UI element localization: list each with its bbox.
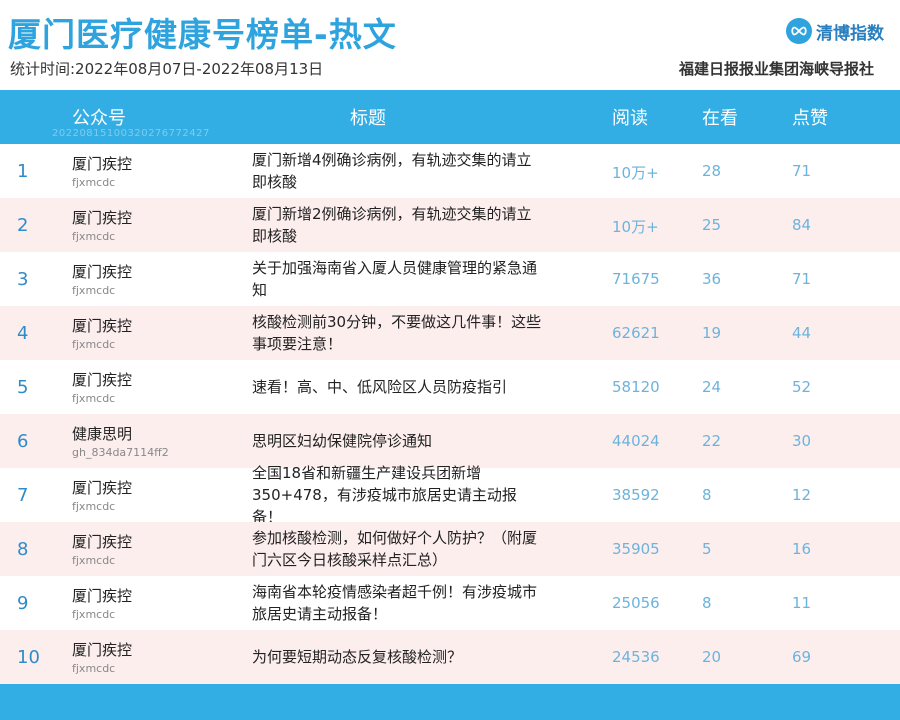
- account-name: 厦门疾控: [72, 209, 133, 227]
- likes-count: 71: [792, 270, 812, 288]
- account-name: 健康思明: [72, 425, 133, 443]
- likes-count: 84: [792, 216, 812, 234]
- account-name: 厦门疾控: [72, 263, 133, 281]
- account-id: fjxmcdc: [72, 176, 116, 189]
- page-title: 厦门医疗健康号榜单-热文: [8, 15, 397, 54]
- account-id: fjxmcdc: [72, 608, 116, 621]
- article-title: 速看！高、中、低风险区人员防疫指引: [252, 378, 508, 396]
- account-name: 厦门疾控: [72, 371, 133, 389]
- ranking-table-body: 1 厦门疾控 fjxmcdc 厦门新增4例确诊病例，有轨迹交集的请立即核酸 10万+ 28…: [0, 144, 900, 684]
- rank-number: 6: [17, 431, 29, 452]
- rank-number: 5: [17, 377, 29, 398]
- read-count: 25056: [612, 594, 660, 612]
- column-header-title: 标题: [350, 108, 386, 129]
- account-id: fjxmcdc: [72, 500, 116, 513]
- likes-count: 69: [792, 648, 812, 666]
- article-title: 关于加强海南省入厦人员健康管理的紧急通知: [252, 259, 538, 299]
- read-count: 44024: [612, 432, 660, 450]
- read-count: 35905: [612, 540, 660, 558]
- account-name: 厦门疾控: [72, 587, 133, 605]
- article-title: 参加核酸检测，如何做好个人防护？（附厦门六区今日核酸采样点汇总）: [252, 529, 538, 569]
- watching-count: 28: [702, 162, 722, 180]
- table-row: 9 厦门疾控 fjxmcdc 海南省本轮疫情感染者超千例！有涉疫城市旅居史请主动报备！…: [0, 576, 900, 630]
- page-footer-bar: [0, 684, 900, 720]
- read-count: 24536: [612, 648, 660, 666]
- statistics-period: 统计时间:2022年08月07日-2022年08月13日: [10, 60, 324, 78]
- account-name: 厦门疾控: [72, 641, 133, 659]
- article-title: 海南省本轮疫情感染者超千例！有涉疫城市旅居史请主动报备！: [252, 583, 538, 623]
- read-count: 62621: [612, 324, 660, 342]
- article-title: 为何要短期动态反复核酸检测？: [252, 648, 463, 666]
- table-header: 公众号 20220815100320276772427 标题 阅读 在看 点赞: [0, 90, 900, 144]
- likes-count: 30: [792, 432, 812, 450]
- publisher-name: 福建日报报业集团海峡导报社: [678, 60, 874, 78]
- likes-count: 52: [792, 378, 812, 396]
- table-row: 2 厦门疾控 fjxmcdc 厦门新增2例确诊病例，有轨迹交集的请立即核酸 10万+ 25…: [0, 198, 900, 252]
- read-count: 10万+: [612, 218, 659, 236]
- rank-number: 8: [17, 539, 29, 560]
- account-name: 厦门疾控: [72, 317, 133, 335]
- account-id: fjxmcdc: [72, 338, 116, 351]
- watching-count: 5: [702, 540, 712, 558]
- likes-count: 71: [792, 162, 812, 180]
- watching-count: 8: [702, 594, 712, 612]
- header-code: 20220815100320276772427: [52, 128, 210, 139]
- rank-number: 2: [17, 215, 29, 236]
- article-title: 思明区妇幼保健院停诊通知: [252, 432, 433, 450]
- table-row: 8 厦门疾控 fjxmcdc 参加核酸检测，如何做好个人防护？（附厦门六区今日核酸采样…: [0, 522, 900, 576]
- brand-logo: 清博指数: [786, 18, 884, 44]
- article-title: 全国18省和新疆生产建设兵团新增350+478，有涉疫城市旅居史请主动报备！: [252, 464, 517, 526]
- account-id: fjxmcdc: [72, 662, 116, 675]
- rank-number: 9: [17, 593, 29, 614]
- watching-count: 22: [702, 432, 722, 450]
- account-id: fjxmcdc: [72, 284, 116, 297]
- rank-number: 3: [17, 269, 29, 290]
- read-count: 10万+: [612, 164, 659, 182]
- table-row: 3 厦门疾控 fjxmcdc 关于加强海南省入厦人员健康管理的紧急通知 71675 36 7…: [0, 252, 900, 306]
- article-title: 厦门新增4例确诊病例，有轨迹交集的请立即核酸: [252, 151, 532, 191]
- rank-number: 1: [17, 161, 29, 182]
- account-id: fjxmcdc: [72, 554, 116, 567]
- account-name: 厦门疾控: [72, 533, 133, 551]
- likes-count: 44: [792, 324, 812, 342]
- read-count: 58120: [612, 378, 660, 396]
- watching-count: 19: [702, 324, 722, 342]
- watching-count: 8: [702, 486, 712, 504]
- table-row: 5 厦门疾控 fjxmcdc 速看！高、中、低风险区人员防疫指引 58120 24 52: [0, 360, 900, 414]
- table-row: 10 厦门疾控 fjxmcdc 为何要短期动态反复核酸检测？ 24536 20 69: [0, 630, 900, 684]
- account-id: gh_834da7114ff2: [72, 446, 169, 459]
- likes-count: 16: [792, 540, 812, 558]
- article-title: 核酸检测前30分钟，不要做这几件事！这些事项要注意！: [252, 313, 542, 353]
- table-row: 7 厦门疾控 fjxmcdc 全国18省和新疆生产建设兵团新增350+478，有涉疫城…: [0, 464, 900, 526]
- rank-number: 10: [17, 647, 40, 668]
- watching-count: 20: [702, 648, 722, 666]
- table-row: 6 健康思明 gh_834da7114ff2 思明区妇幼保健院停诊通知 44024 22 3…: [0, 414, 900, 468]
- column-header-likes: 点赞: [792, 108, 828, 129]
- read-count: 38592: [612, 486, 660, 504]
- column-header-account: 公众号: [72, 108, 126, 129]
- rank-number: 7: [17, 485, 29, 506]
- infinity-logo-icon: [786, 18, 812, 44]
- article-title: 厦门新增2例确诊病例，有轨迹交集的请立即核酸: [252, 205, 532, 245]
- page-header: 厦门医疗健康号榜单-热文 统计时间:2022年08月07日-2022年08月13…: [0, 0, 900, 90]
- column-header-read: 阅读: [612, 108, 648, 129]
- account-id: fjxmcdc: [72, 230, 116, 243]
- logo-text: 清博指数: [816, 23, 884, 44]
- rank-number: 4: [17, 323, 29, 344]
- table-row: 4 厦门疾控 fjxmcdc 核酸检测前30分钟，不要做这几件事！这些事项要注意！ 62…: [0, 306, 900, 360]
- watching-count: 24: [702, 378, 722, 396]
- watching-count: 36: [702, 270, 722, 288]
- table-row: 1 厦门疾控 fjxmcdc 厦门新增4例确诊病例，有轨迹交集的请立即核酸 10万+ 28…: [0, 144, 900, 198]
- likes-count: 12: [792, 486, 812, 504]
- column-header-watching: 在看: [702, 108, 738, 129]
- account-id: fjxmcdc: [72, 392, 116, 405]
- account-name: 厦门疾控: [72, 155, 133, 173]
- read-count: 71675: [612, 270, 660, 288]
- watching-count: 25: [702, 216, 722, 234]
- account-name: 厦门疾控: [72, 479, 133, 497]
- likes-count: 11: [792, 594, 812, 612]
